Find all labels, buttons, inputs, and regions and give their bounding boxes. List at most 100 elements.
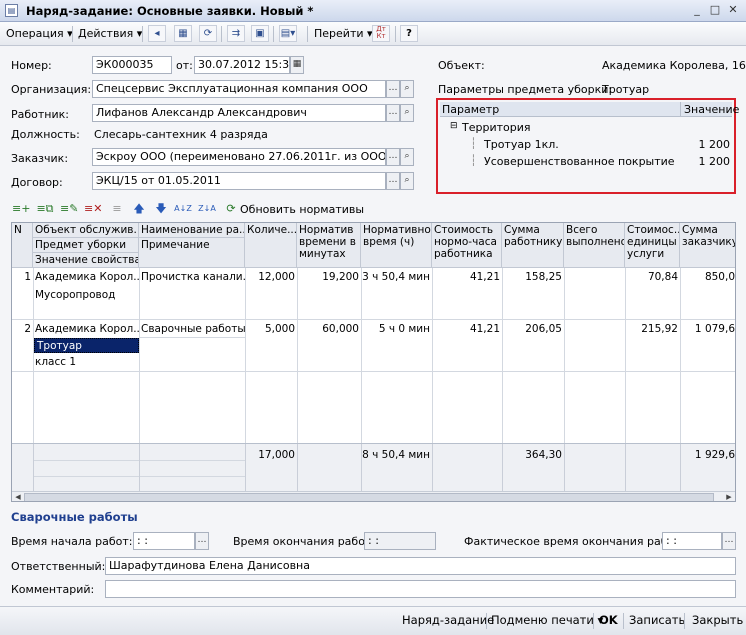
position-label: Должность: [11,128,80,141]
start-time-select-button[interactable]: … [195,532,209,550]
scrollbar-thumb[interactable] [24,493,714,501]
param-column-header: Параметр [442,103,500,116]
column-header-prop-value[interactable]: Значение свойства [33,253,139,268]
contract-select-button[interactable]: … [386,172,400,190]
sort-asc-icon[interactable]: A↓Z [174,200,192,218]
column-header-cost-unit[interactable]: Стоимос... единицы услуги [625,223,680,268]
back-icon[interactable]: ◂ [148,25,166,42]
work-order-button[interactable]: Наряд-задание [402,613,494,627]
cell-subject-selected[interactable]: Тротуар [34,338,139,353]
comment-field[interactable] [105,580,736,598]
column-header-note[interactable]: Примечание [139,238,245,268]
sort-desc-icon[interactable]: Z↓A [198,200,216,218]
goto-menu[interactable]: Перейти ▾ [311,25,376,42]
delete-row-icon[interactable]: ≡✕ [84,200,102,218]
cell-work-name: Прочистка канали... [141,271,245,283]
organization-label: Организация: [11,83,92,96]
organization-search-icon[interactable]: ⌕ [400,80,414,98]
window-title: Наряд-задание: Основные заявки. Новый * [26,4,314,18]
update-norms-icon[interactable]: ⟳ [222,200,240,218]
cell-n: 1 [24,271,31,283]
column-header-work-name[interactable]: Наименование ра... [139,223,245,238]
close-button[interactable]: Закрыть [692,613,743,627]
totals-row: 17,000 8 ч 50,4 мин 364,30 1 929,6 [12,443,735,492]
cell-sum-worker: 158,25 [525,271,562,283]
actual-end-time-select-button[interactable]: … [722,532,736,550]
bottom-separator [684,613,685,629]
form-icon[interactable]: ▦ [174,25,192,42]
end-time-label: Время окончания работ: [233,535,376,548]
cell-subject: Мусоропровод [35,289,116,301]
toolbar-separator [221,26,222,42]
print-submenu-button[interactable]: Подменю печати ▾ [491,613,603,627]
bottom-separator [593,613,594,629]
move-down-icon[interactable]: 🡇 [152,200,170,218]
end-time-field[interactable]: : : [364,532,436,550]
column-header-n[interactable]: N [12,223,33,268]
column-header-object[interactable]: Объект обслужив... [33,223,139,238]
column-header-norm-hours[interactable]: Нормативное время (ч) [361,223,432,268]
help-button[interactable]: ? [400,25,418,42]
customer-search-icon[interactable]: ⌕ [400,148,414,166]
operation-menu[interactable]: Операция ▾ [3,25,76,42]
cell-sum-customer: 1 079,6 [694,323,735,335]
worker-field[interactable]: Лифанов Александр Александрович [92,104,386,122]
save-button[interactable]: Записать [629,613,685,627]
contract-search-icon[interactable]: ⌕ [400,172,414,190]
calendar-icon[interactable]: ▦ [290,56,304,74]
date-field[interactable]: 30.07.2012 15:34:0 [194,56,290,74]
worker-select-button[interactable]: … [386,104,400,122]
save-icon[interactable]: ▣ [251,25,269,42]
organization-field[interactable]: Спецсервис Эксплуатационная компания ООО [92,80,386,98]
param-row-coating[interactable]: ┆ Усовершенствованное покрытие 1 200 [440,154,732,170]
actions-menu[interactable]: Действия ▾ [75,25,145,42]
contract-field[interactable]: ЭКЦ/15 от 01.05.2011 [92,172,386,190]
copy-row-icon[interactable]: ≡⧉ [36,200,54,218]
params-value: Тротуар [602,83,650,96]
param-row-sidewalk[interactable]: ┆ Тротуар 1кл. 1 200 [440,137,732,153]
close-window-button[interactable]: ✕ [724,3,742,18]
cell-qty: 12,000 [258,271,295,283]
actual-end-time-field[interactable]: : : [662,532,722,550]
structure-icon[interactable]: ▤▾ [279,25,297,42]
scroll-left-icon[interactable]: ◀ [13,493,23,501]
update-norms-button[interactable]: Обновить нормативы [240,203,364,216]
horizontal-scrollbar[interactable]: ◀ ▶ [12,491,735,501]
edit-row-icon[interactable]: ≡✎ [60,200,78,218]
organization-select-button[interactable]: … [386,80,400,98]
document-icon: ▤ [5,4,18,17]
cell-object: Академика Корол... [35,271,139,283]
column-header-qty[interactable]: Количе... [245,223,297,268]
add-row-icon[interactable]: ≡+ [12,200,30,218]
tree-branch-icon: ┆ [470,137,477,150]
cell-norm-min: 60,000 [322,323,359,335]
column-header-done[interactable]: Всего выполнено [564,223,625,268]
responsible-field[interactable]: Шарафутдинова Елена Данисовна [105,557,736,575]
cell-cost-hour: 41,21 [469,271,500,283]
cell-cost-hour: 41,21 [469,323,500,335]
cell-n: 2 [24,323,31,335]
ok-button[interactable]: OK [599,613,618,627]
end-edit-icon[interactable]: ≡ [108,200,126,218]
column-header-cost-hour[interactable]: Стоимость нормо-часа работника [432,223,502,268]
worker-search-icon[interactable]: ⌕ [400,104,414,122]
start-time-field[interactable]: : : [133,532,195,550]
maximize-button[interactable]: □ [706,3,724,18]
move-up-icon[interactable]: 🡅 [130,200,148,218]
toolbar-separator [307,26,308,42]
debit-credit-icon[interactable]: Дт Кт [372,25,390,42]
customer-field[interactable]: Эскроу ООО (переименовано 27.06.2011г. и… [92,148,386,166]
customer-select-button[interactable]: … [386,148,400,166]
scroll-right-icon[interactable]: ▶ [724,493,734,501]
column-header-sum-customer[interactable]: Сумма заказчику [680,223,735,268]
toolbar-separator [142,26,143,42]
param-row-territory[interactable]: ⊟ Территория [440,120,732,136]
column-header-norm-min[interactable]: Норматив времени в минутах [297,223,361,268]
number-field[interactable]: ЭК000035 [92,56,172,74]
column-header-subject[interactable]: Предмет уборки [33,238,139,253]
collapse-icon[interactable]: ⊟ [450,121,458,131]
refresh-icon[interactable]: ⟳ [199,25,217,42]
minimize-button[interactable]: _ [688,3,706,18]
post-document-icon[interactable]: ⇉ [227,25,245,42]
column-header-sum-worker[interactable]: Сумма работнику [502,223,564,268]
